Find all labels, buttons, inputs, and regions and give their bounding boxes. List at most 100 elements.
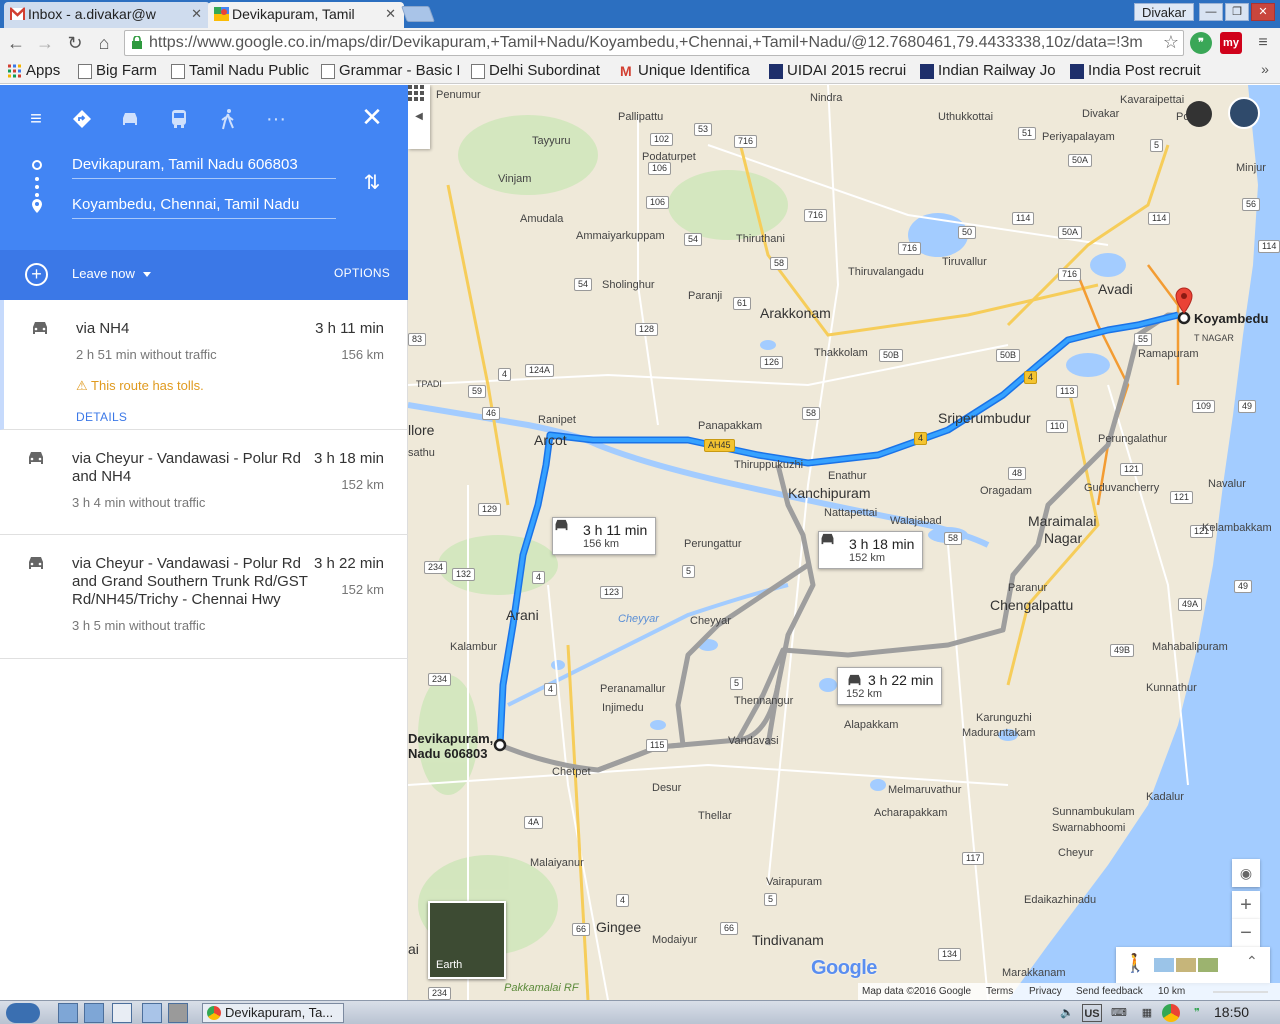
bookmark-star-icon[interactable]: ☆: [1163, 31, 1179, 54]
start-marker[interactable]: [493, 738, 507, 752]
imagery-thumb[interactable]: [1198, 958, 1218, 972]
highway-shield: 50: [958, 226, 977, 239]
bookmark-railway[interactable]: Indian Railway Jo: [918, 60, 1060, 82]
bookmark-unique[interactable]: M Unique Identifica: [618, 60, 758, 82]
bookmark-label: Grammar - Basic E: [339, 62, 459, 79]
car-icon: [555, 519, 568, 531]
new-tab-button[interactable]: [401, 6, 435, 22]
close-window-button[interactable]: ✕: [1251, 3, 1275, 21]
highway-shield: 4: [532, 571, 546, 584]
network-icon[interactable]: ▦: [1138, 1004, 1156, 1022]
bookmark-india-post[interactable]: India Post recruit: [1068, 60, 1210, 82]
place-label: Navalur: [1208, 478, 1246, 490]
place-label: Vairapuram: [766, 876, 823, 888]
place-label: Thiruvalangadu: [848, 266, 924, 278]
bookmark-label: Big Farm: [96, 62, 157, 79]
send-feedback-link[interactable]: Send feedback: [1076, 983, 1143, 1000]
earth-view-toggle[interactable]: Earth: [428, 901, 506, 979]
highway-shield: 121: [1120, 463, 1144, 476]
minimize-button[interactable]: —: [1199, 3, 1223, 21]
zoom-in-button[interactable]: +: [1232, 891, 1260, 919]
tab-close-icon[interactable]: ✕: [385, 2, 396, 26]
tab-maps[interactable]: Devikapuram, Tamil ✕: [208, 2, 404, 28]
route-option-1[interactable]: via NH4 3 h 11 min 156 km 2 h 51 min wit…: [0, 300, 408, 430]
clock: 18:50: [1214, 1004, 1250, 1020]
menu-icon[interactable]: ≡: [22, 105, 50, 133]
bookmark-delhi[interactable]: Delhi Subordinat: [469, 60, 609, 82]
zoom-out-button[interactable]: −: [1232, 919, 1260, 947]
more-modes-icon[interactable]: ···: [262, 105, 290, 133]
walk-mode-icon[interactable]: [214, 105, 242, 133]
desktop-2-icon[interactable]: [168, 1003, 188, 1023]
close-directions-icon[interactable]: ✕: [358, 103, 386, 131]
options-button[interactable]: OPTIONS: [334, 266, 390, 280]
place-label: Arcot: [534, 432, 567, 448]
route-time: 3 h 11 min: [315, 320, 384, 337]
details-link[interactable]: DETAILS: [76, 410, 127, 424]
back-icon[interactable]: ←: [5, 32, 27, 54]
terms-link[interactable]: Terms: [986, 983, 1013, 1000]
maximize-button[interactable]: ❐: [1225, 3, 1249, 21]
tab-close-icon[interactable]: ✕: [191, 2, 202, 26]
expand-up-icon[interactable]: ⌃: [1246, 953, 1258, 970]
notifications-icon[interactable]: [1186, 101, 1212, 127]
route-callout-1[interactable]: 3 h 11 min 156 km: [552, 517, 657, 555]
imagery-thumb[interactable]: [1176, 958, 1196, 972]
file-manager-icon[interactable]: [58, 1003, 78, 1023]
bookmark-tnpsc[interactable]: Tamil Nadu Public: [169, 60, 309, 82]
my-location-icon[interactable]: ◉: [1232, 859, 1260, 887]
google-apps-icon[interactable]: [408, 85, 424, 101]
bookmark-grammar[interactable]: Grammar - Basic E: [319, 60, 459, 82]
place-label: Thellar: [698, 810, 732, 822]
place-label: Kelambakkam: [1202, 522, 1272, 534]
terminal-icon[interactable]: [112, 1003, 132, 1023]
profile-button[interactable]: Divakar: [1134, 3, 1194, 21]
keyboard-layout[interactable]: US: [1082, 1004, 1102, 1022]
tab-inbox[interactable]: Inbox - a.divakar@w ✕: [4, 2, 210, 28]
best-route-icon[interactable]: [68, 105, 96, 133]
place-label: Uthukkottai: [938, 111, 994, 123]
pegman-icon[interactable]: 🚶: [1124, 953, 1146, 974]
place-label: Kunnathur: [1146, 682, 1197, 694]
bookmark-apps[interactable]: Apps: [6, 60, 68, 82]
volume-icon[interactable]: 🔈: [1058, 1004, 1076, 1022]
forward-icon[interactable]: →: [34, 32, 56, 54]
chrome-tray-icon[interactable]: [1162, 1004, 1180, 1022]
route-callout-2[interactable]: 3 h 18 min 152 km: [818, 531, 924, 569]
callout-time: 3 h 18 min: [849, 536, 915, 552]
directions-panel: ≡ ··· ✕ Devikapuram, Tamil Nadu 606803 K…: [0, 85, 408, 1000]
address-bar[interactable]: https://www.google.co.in/maps/dir/Devika…: [124, 30, 1184, 56]
map-canvas[interactable]: 53 102 716 51 106 50A 5 106 716 114 114 …: [408, 85, 1280, 1000]
start-menu-button[interactable]: [6, 1003, 40, 1023]
hangouts-tray-icon[interactable]: ❞: [1188, 1004, 1206, 1022]
leave-now-dropdown[interactable]: Leave now: [72, 266, 151, 281]
bookmarks-overflow-icon[interactable]: »: [1254, 58, 1276, 80]
privacy-link[interactable]: Privacy: [1029, 983, 1062, 1000]
imagery-thumb[interactable]: [1154, 958, 1174, 972]
avatar[interactable]: [1228, 97, 1260, 129]
desktop-1-icon[interactable]: [142, 1003, 162, 1023]
control-panel-icon[interactable]: [84, 1003, 104, 1023]
imagery-strip[interactable]: 🚶 ⌃: [1116, 947, 1270, 983]
taskbar-chrome-item[interactable]: Devikapuram, Ta...: [202, 1003, 344, 1023]
bookmark-uidai[interactable]: UIDAI 2015 recrui: [767, 60, 907, 82]
chrome-menu-icon[interactable]: ≡: [1252, 32, 1274, 54]
tab-label: Inbox - a.divakar@w: [28, 6, 156, 22]
home-icon[interactable]: ⌂: [93, 32, 115, 54]
car-mode-icon[interactable]: [116, 105, 144, 133]
end-marker[interactable]: [1177, 311, 1191, 325]
transit-mode-icon[interactable]: [165, 105, 193, 133]
destination-input[interactable]: Koyambedu, Chennai, Tamil Nadu: [72, 193, 336, 219]
keyboard-icon[interactable]: ⌨: [1110, 1004, 1128, 1022]
bookmark-big-farm[interactable]: Big Farm: [76, 60, 162, 82]
route-option-3[interactable]: via Cheyur - Vandawasi - Polur Rd and Gr…: [0, 535, 408, 659]
reload-icon[interactable]: ↻: [64, 32, 86, 54]
route-callout-3[interactable]: 3 h 22 min 152 km: [837, 667, 943, 705]
hangouts-icon[interactable]: ❞: [1190, 32, 1212, 54]
highway-shield: 59: [468, 385, 487, 398]
route-option-2[interactable]: via Cheyur - Vandawasi - Polur Rd and NH…: [0, 430, 408, 535]
swap-endpoints-icon[interactable]: ⇅: [360, 171, 384, 195]
origin-input[interactable]: Devikapuram, Tamil Nadu 606803: [72, 153, 336, 179]
add-destination-icon[interactable]: +: [25, 263, 48, 286]
extension-my-icon[interactable]: my: [1220, 32, 1242, 54]
